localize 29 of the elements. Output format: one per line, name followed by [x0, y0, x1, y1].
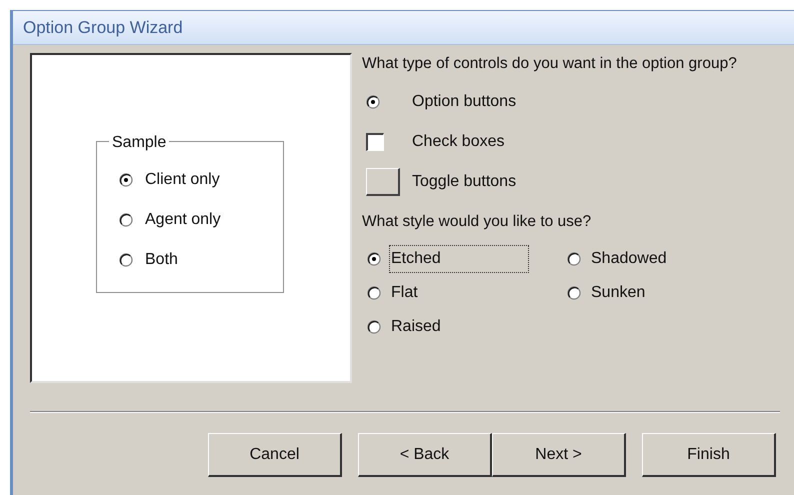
toggle-button[interactable]	[366, 168, 400, 196]
checkbox[interactable]	[366, 133, 384, 151]
radio-button[interactable]	[119, 213, 133, 227]
option-label: Client only	[145, 170, 220, 190]
radio-button[interactable]	[367, 286, 381, 300]
radio-button[interactable]	[119, 253, 133, 267]
dialog-button[interactable]: Cancel	[208, 433, 342, 477]
dialog-button[interactable]: Next >	[492, 433, 626, 477]
option-label: Agent only	[145, 210, 221, 230]
option-label: Option buttons	[412, 92, 516, 112]
option-label: Flat	[390, 283, 419, 304]
radio-button[interactable]	[119, 173, 133, 187]
option-label: Both	[145, 250, 178, 270]
window-title: Option Group Wizard	[23, 16, 183, 39]
radio-button[interactable]	[367, 252, 381, 266]
question-text: What type of controls do you want in the option group?	[362, 54, 738, 74]
dialog-button[interactable]: < Back	[358, 433, 492, 477]
radio-button[interactable]	[567, 252, 581, 266]
radio-button[interactable]	[367, 320, 381, 334]
option-label: Shadowed	[590, 249, 668, 270]
option-label: Toggle buttons	[412, 172, 516, 192]
dialog-button[interactable]: Finish	[642, 433, 776, 477]
option-label: Sunken	[590, 283, 646, 304]
option-label: Raised	[390, 317, 442, 338]
option-label: Check boxes	[412, 132, 504, 152]
option-label: Etched	[389, 245, 529, 274]
radio-button[interactable]	[366, 95, 380, 109]
question-text: What style would you like to use?	[362, 212, 592, 232]
radio-button[interactable]	[567, 286, 581, 300]
